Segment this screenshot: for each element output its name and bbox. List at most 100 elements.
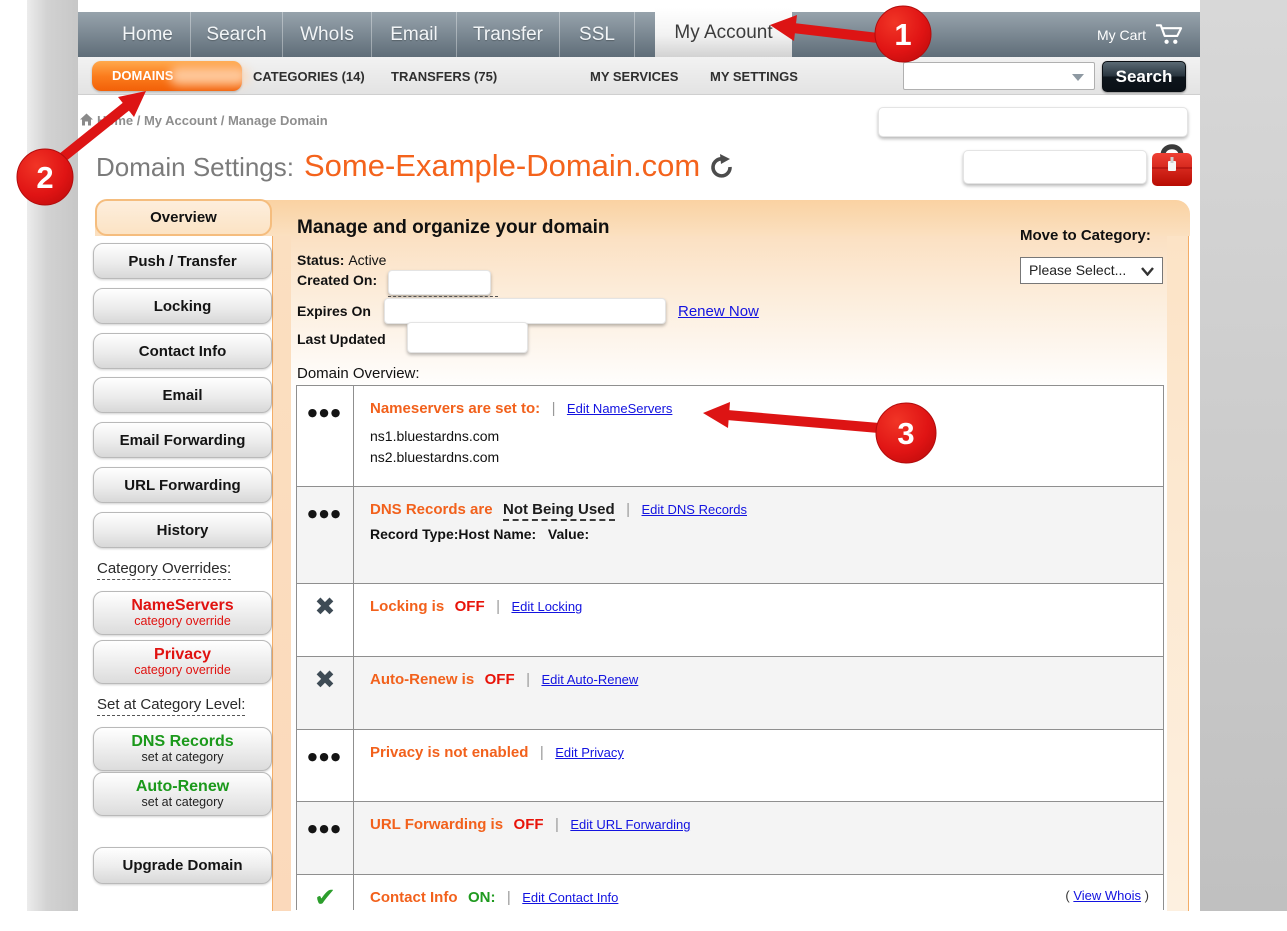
- redacted-field: [963, 150, 1147, 184]
- override-title: Privacy: [154, 647, 211, 664]
- override-subtitle: category override: [134, 615, 231, 628]
- table-row-locking: ✖ Locking is OFF | Edit Locking: [297, 584, 1163, 657]
- row-status: ON:: [468, 889, 496, 906]
- renew-now-link[interactable]: Renew Now: [678, 303, 759, 320]
- separator: |: [626, 501, 630, 518]
- paren-close: ): [1141, 888, 1149, 903]
- subnav-item-my-services[interactable]: MY SERVICES: [590, 69, 678, 84]
- table-row-privacy: ●●● Privacy is not enabled | Edit Privac…: [297, 730, 1163, 802]
- tab-my-account[interactable]: My Account: [655, 8, 792, 57]
- breadcrumb[interactable]: Home / My Account / Manage Domain: [97, 113, 328, 128]
- panel-right-border: [1167, 236, 1189, 911]
- tab-email[interactable]: Email: [372, 12, 457, 57]
- tab-whois[interactable]: WhoIs: [283, 12, 372, 57]
- created-on-line: Created On:: [297, 272, 377, 288]
- chevron-down-icon: [1141, 267, 1154, 276]
- edit-url-forwarding-link[interactable]: Edit URL Forwarding: [570, 817, 690, 832]
- sidebar-item-history[interactable]: History: [93, 512, 272, 548]
- cart-icon: [1155, 22, 1184, 48]
- created-on-label: Created On:: [297, 272, 377, 288]
- row-title: Nameservers are set to:: [370, 400, 540, 417]
- domain-overview-table: ●●● Nameservers are set to: | Edit NameS…: [296, 385, 1164, 910]
- cross-icon: ✖: [315, 592, 336, 656]
- row-title: Auto-Renew is: [370, 671, 474, 688]
- dots-icon: ●●●: [308, 750, 343, 801]
- my-cart-label: My Cart: [1097, 27, 1146, 43]
- move-to-category-select[interactable]: Please Select...: [1020, 257, 1163, 284]
- separator: |: [540, 744, 544, 761]
- sidebar-item-nameservers-override[interactable]: NameServers category override: [93, 591, 272, 635]
- sidebar-item-email-forwarding[interactable]: Email Forwarding: [93, 422, 272, 458]
- redacted-field: [878, 107, 1188, 137]
- table-row-contact-info: ✔ Contact Info ON: | Edit Contact Info (…: [297, 875, 1163, 910]
- subnav-item-transfers[interactable]: TRANSFERS (75): [391, 69, 497, 84]
- table-row-url-forwarding: ●●● URL Forwarding is OFF | Edit URL For…: [297, 802, 1163, 875]
- tab-search[interactable]: Search: [191, 12, 283, 57]
- sidebar-item-dns-records-category[interactable]: DNS Records set at category: [93, 727, 272, 771]
- sidebar-item-auto-renew-category[interactable]: Auto-Renew set at category: [93, 772, 272, 816]
- page-title: Domain Settings: Some-Example-Domain.com: [96, 148, 734, 184]
- subnav-item-categories[interactable]: CATEGORIES (14): [253, 69, 365, 84]
- upgrade-domain-button[interactable]: Upgrade Domain: [93, 847, 272, 884]
- status-line: Status: Active: [297, 252, 386, 268]
- category-overrides-heading: Category Overrides:: [97, 560, 231, 580]
- page-title-prefix: Domain Settings:: [96, 152, 294, 183]
- search-scope-dropdown[interactable]: [903, 62, 1095, 90]
- sidebar-item-locking[interactable]: Locking: [93, 288, 272, 324]
- edit-contact-info-link[interactable]: Edit Contact Info: [522, 890, 618, 905]
- edit-auto-renew-link[interactable]: Edit Auto-Renew: [541, 672, 638, 687]
- refresh-icon[interactable]: [710, 153, 734, 184]
- my-cart-button[interactable]: My Cart: [1097, 12, 1184, 57]
- dots-icon: ●●●: [308, 406, 343, 486]
- expires-on-line: Expires On: [297, 303, 371, 319]
- dns-record-headers: Record Type:Host Name: Value:: [370, 526, 1147, 542]
- edit-locking-link[interactable]: Edit Locking: [511, 599, 582, 614]
- edit-dns-records-link[interactable]: Edit DNS Records: [642, 502, 747, 517]
- page-gutter-left: [27, 0, 78, 911]
- cross-icon: ✖: [315, 665, 336, 729]
- sidebar-item-privacy-override[interactable]: Privacy category override: [93, 640, 272, 684]
- sidebar-item-push-transfer[interactable]: Push / Transfer: [93, 243, 272, 279]
- tab-home[interactable]: Home: [105, 12, 191, 57]
- redacted-updated-date: [407, 322, 528, 353]
- dots-icon: ●●●: [308, 507, 343, 583]
- tab-ssl[interactable]: SSL: [560, 12, 635, 57]
- dashed-underline: [388, 296, 498, 297]
- edit-privacy-link[interactable]: Edit Privacy: [555, 745, 624, 760]
- separator: |: [555, 816, 559, 833]
- redacted-expiry-date: [384, 298, 666, 324]
- redacted-created-date: [388, 270, 491, 295]
- override-title: NameServers: [131, 598, 233, 615]
- expires-on-label: Expires On: [297, 303, 371, 319]
- check-icon: ✔: [314, 883, 336, 910]
- sidebar-item-contact-info[interactable]: Contact Info: [93, 333, 272, 369]
- separator: |: [552, 400, 556, 417]
- top-navigation: Home Search WhoIs Email Transfer SSL My …: [78, 12, 1200, 57]
- table-row-dns-records: ●●● DNS Records are Not Being Used | Edi…: [297, 487, 1163, 584]
- subnav-item-domains[interactable]: DOMAINS: [92, 61, 242, 91]
- separator: |: [496, 598, 500, 615]
- subnav-item-my-settings[interactable]: MY SETTINGS: [710, 69, 798, 84]
- panel-left-border: [272, 236, 291, 911]
- separator: |: [526, 671, 530, 688]
- sidebar-item-overview[interactable]: Overview: [95, 199, 272, 236]
- edit-nameservers-link[interactable]: Edit NameServers: [567, 401, 672, 416]
- row-title: URL Forwarding is: [370, 816, 503, 833]
- set-at-category-heading: Set at Category Level:: [97, 696, 245, 716]
- category-subtitle: set at category: [142, 751, 224, 764]
- redaction-blur: [170, 67, 248, 85]
- status-label: Status:: [297, 252, 344, 268]
- view-whois-link[interactable]: View Whois: [1073, 888, 1141, 903]
- nameserver-2: ns2.bluestardns.com: [370, 447, 1147, 468]
- sidebar-item-email[interactable]: Email: [93, 377, 272, 413]
- chevron-down-icon: [1072, 74, 1084, 81]
- section-heading: Manage and organize your domain: [297, 217, 610, 239]
- last-updated-label: Last Updated: [297, 331, 386, 347]
- row-status: OFF: [514, 816, 544, 833]
- search-button[interactable]: Search: [1102, 61, 1186, 92]
- category-title: DNS Records: [131, 734, 233, 751]
- toolbox-icon[interactable]: [1149, 140, 1195, 197]
- tab-transfer[interactable]: Transfer: [457, 12, 560, 57]
- sidebar-item-url-forwarding[interactable]: URL Forwarding: [93, 467, 272, 503]
- row-status: OFF: [485, 671, 515, 688]
